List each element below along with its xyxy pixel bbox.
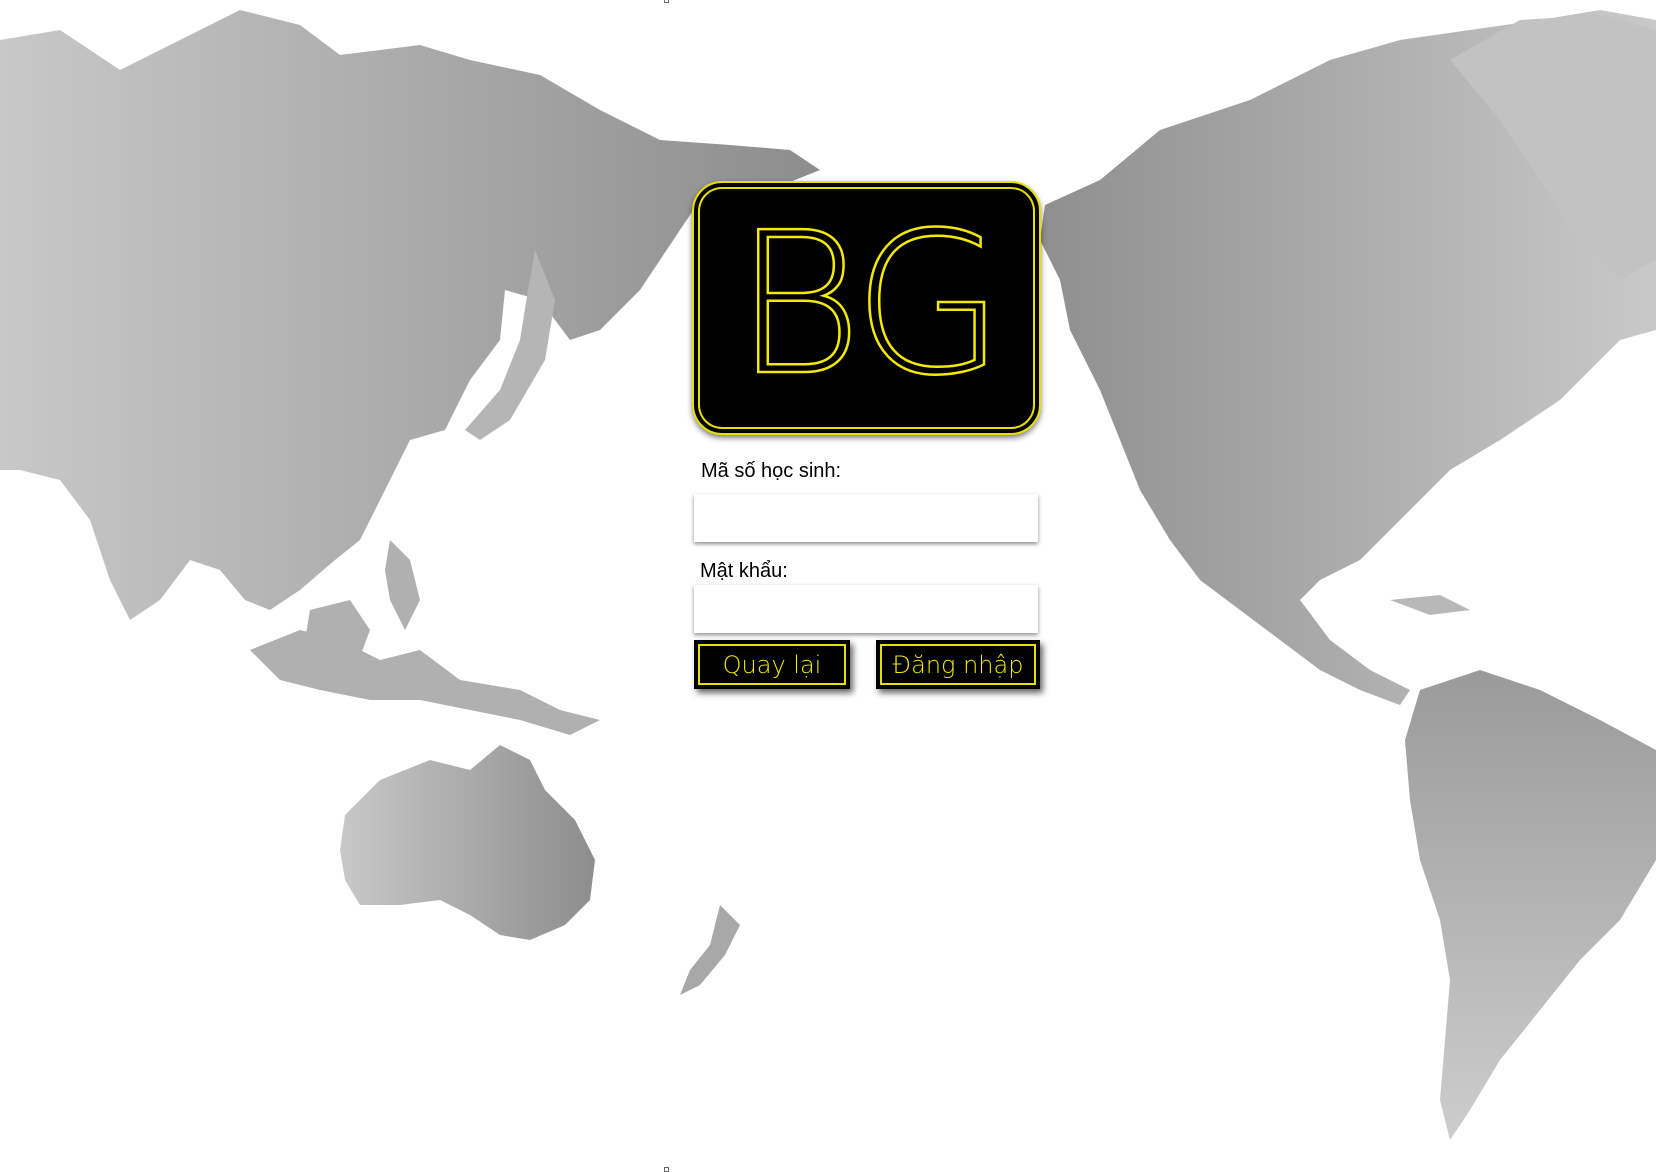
bottom-marker	[664, 1167, 669, 1172]
password-input[interactable]	[694, 585, 1038, 633]
login-button-label: Đăng nhập	[892, 650, 1024, 679]
login-button[interactable]: Đăng nhập	[876, 640, 1040, 689]
logo-text: BG	[733, 191, 1006, 419]
philippines	[385, 540, 420, 630]
south-america-landmass	[1405, 670, 1656, 1140]
back-button-label: Quay lại	[722, 650, 822, 679]
back-button[interactable]: Quay lại	[694, 640, 850, 689]
australia-landmass	[340, 745, 595, 940]
student-id-input[interactable]	[694, 494, 1038, 542]
student-id-label: Mã số học sinh:	[701, 460, 842, 482]
se-asia-islands	[250, 630, 600, 735]
app-logo: BG	[692, 181, 1041, 435]
caribbean-islands	[1390, 595, 1470, 615]
password-label: Mật khẩu:	[700, 560, 788, 582]
new-zealand	[680, 905, 740, 995]
top-marker	[664, 0, 669, 3]
